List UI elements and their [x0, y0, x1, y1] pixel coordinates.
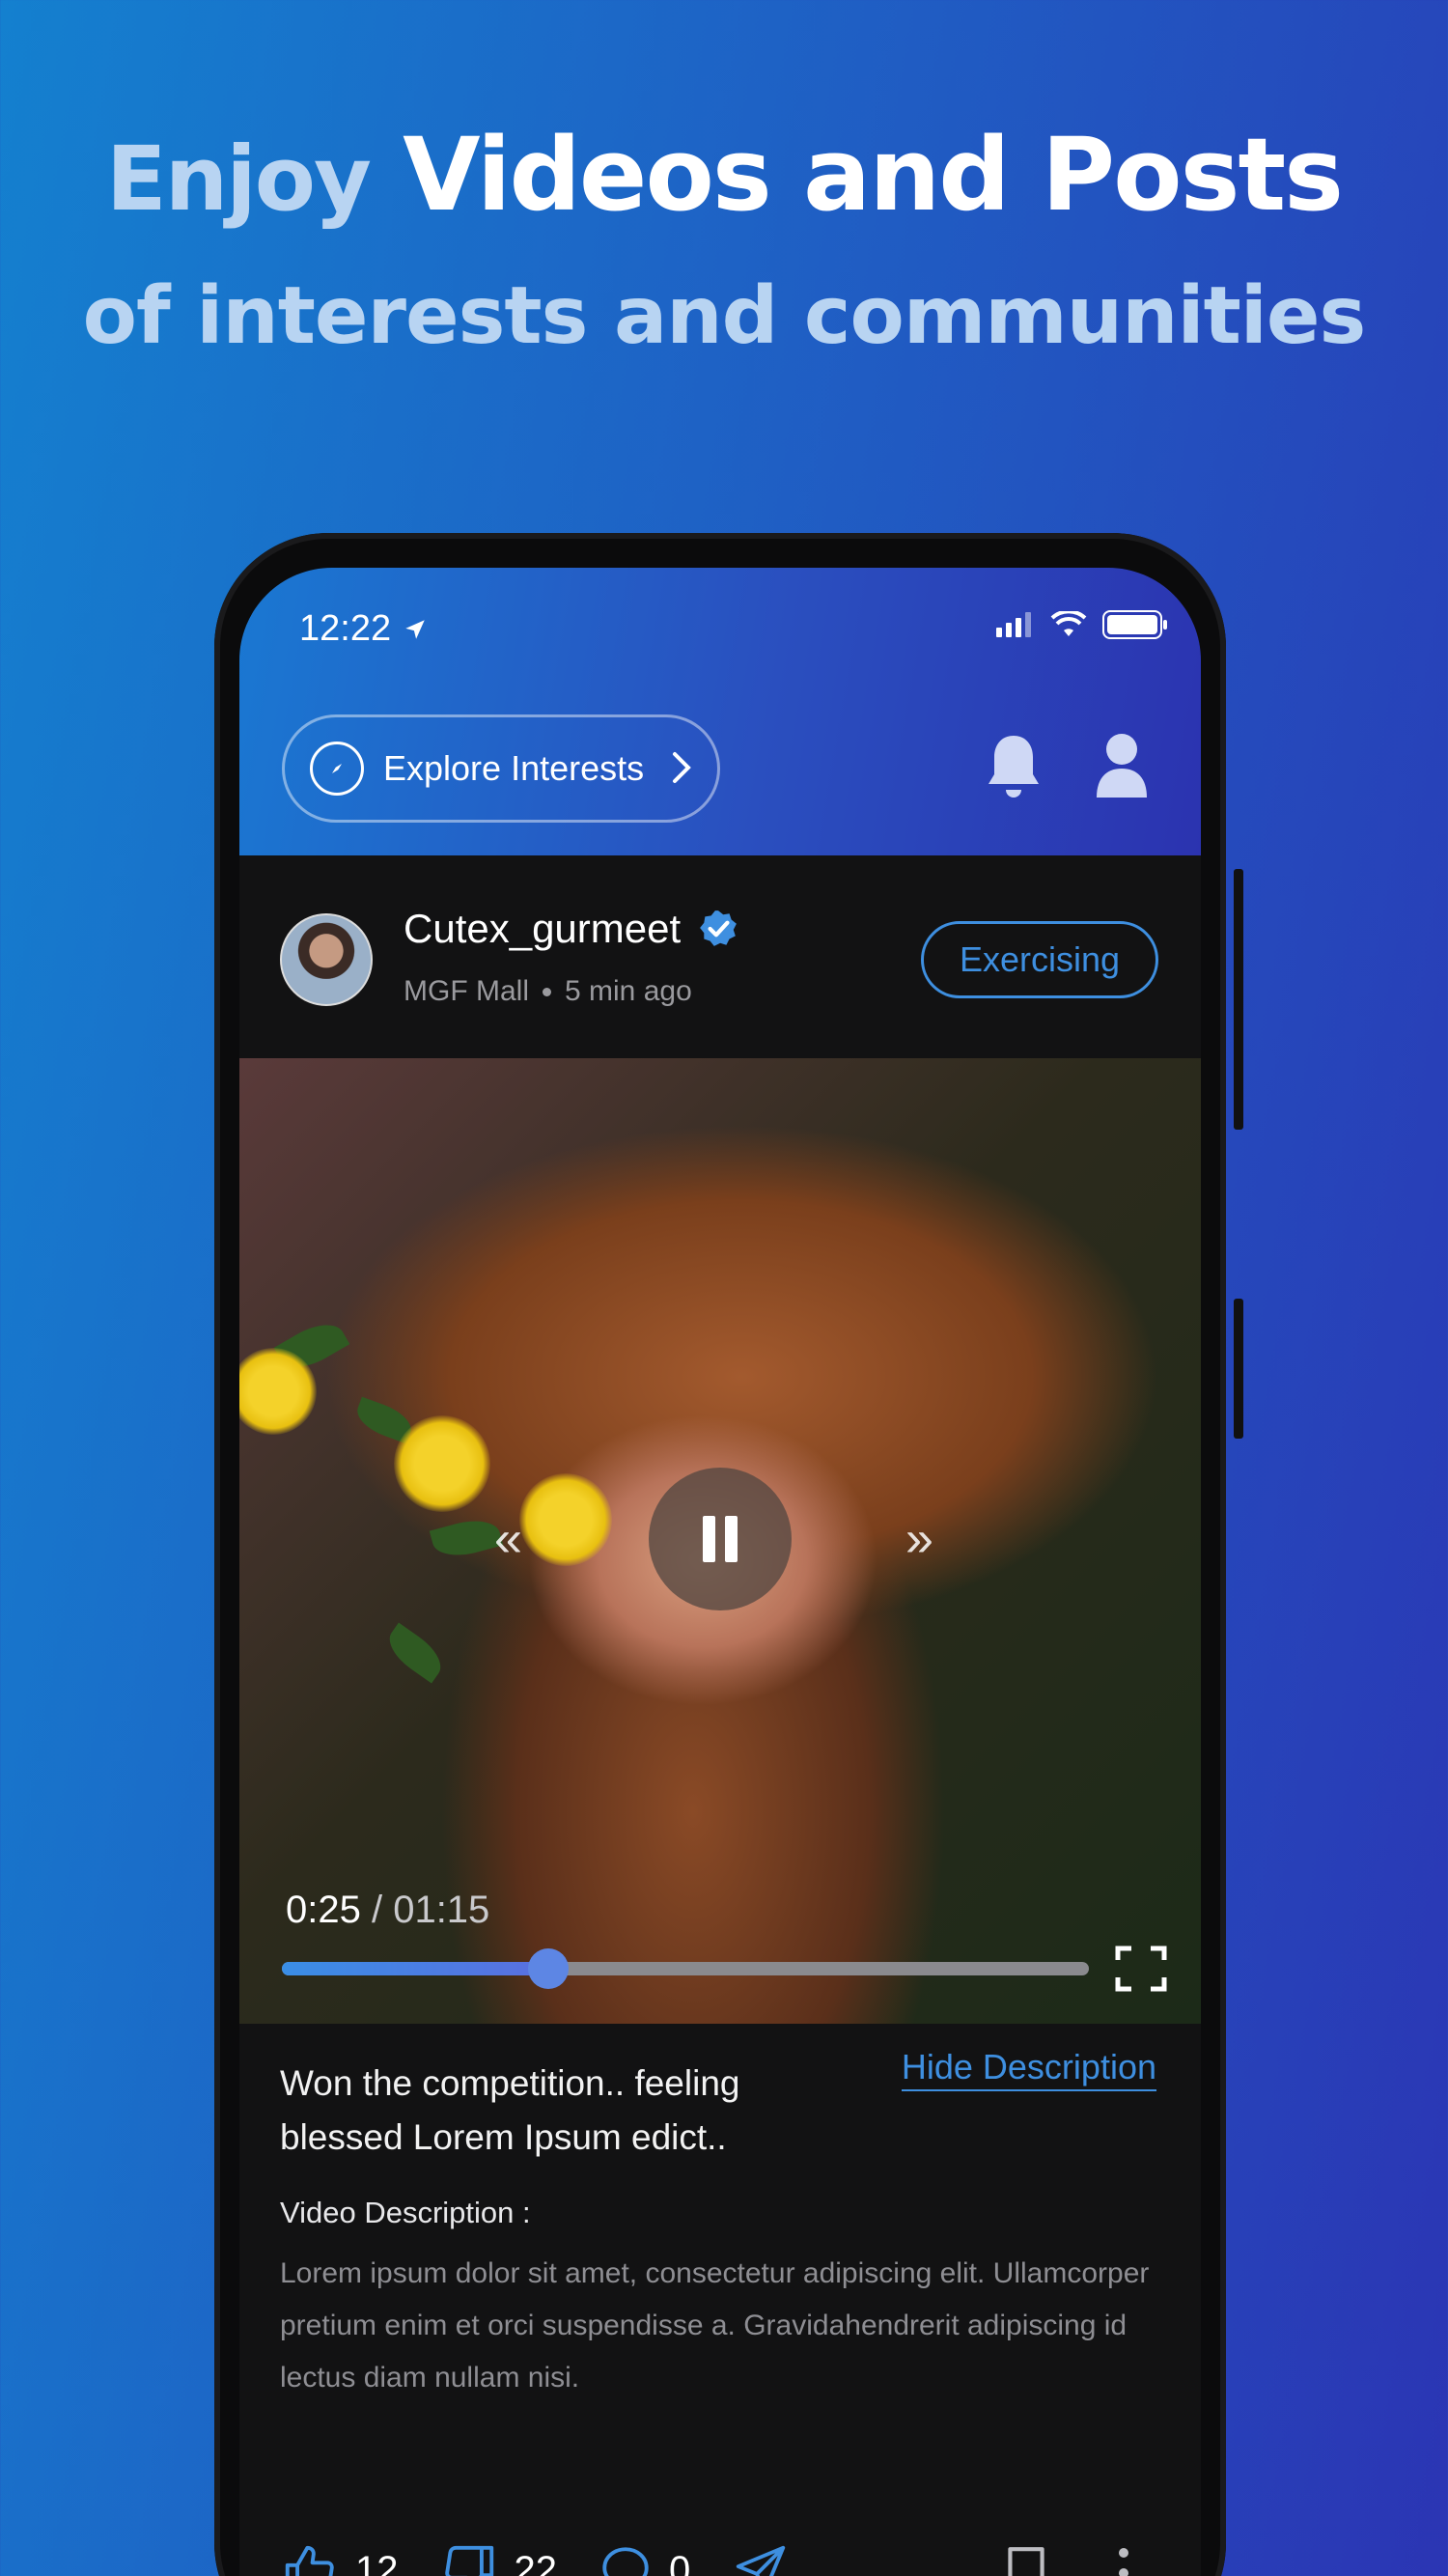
video-progress-fill: [282, 1962, 548, 1975]
share-button[interactable]: [731, 2540, 791, 2576]
promo-headline: Enjoy Videos and Posts of interests and …: [0, 116, 1448, 362]
comment-icon: [602, 2547, 649, 2576]
chevron-right-icon: [673, 752, 691, 783]
fast-forward-icon[interactable]: »: [905, 1510, 933, 1568]
video-frame-detail: [394, 1415, 490, 1512]
send-icon: [737, 2545, 786, 2576]
hide-description-link[interactable]: Hide Description: [901, 2047, 1156, 2091]
video-frame-detail: [429, 1513, 504, 1563]
wifi-icon: [1050, 611, 1087, 636]
video-frame-detail: [380, 1622, 450, 1684]
headline-line-1: Enjoy Videos and Posts: [0, 116, 1448, 234]
video-description-title: Video Description :: [280, 2196, 531, 2229]
post-meta: MGF Mall 5 min ago: [404, 975, 692, 1008]
video-current-time: 0:25: [286, 1889, 361, 1931]
thumbs-up-icon: [285, 2545, 334, 2576]
phone-side-button: [1234, 1299, 1243, 1439]
more-options-icon[interactable]: [1114, 2545, 1133, 2576]
time-separator: /: [360, 1889, 394, 1931]
bookmark-icon[interactable]: [1002, 2545, 1050, 2576]
interest-tag-button[interactable]: Exercising: [921, 921, 1158, 998]
app-header: 12:22 Explore Interests: [239, 568, 1201, 855]
post-author[interactable]: Cutex_gurmeet: [404, 906, 738, 952]
meta-separator-dot: [543, 987, 551, 996]
video-description-body: Lorem ipsum dolor sit amet, consectetur …: [280, 2257, 1150, 2394]
post-time-ago: 5 min ago: [565, 975, 692, 1007]
dislike-count: 22: [514, 2548, 558, 2576]
phone-side-button: [1234, 869, 1243, 1130]
battery-icon: [1102, 610, 1167, 639]
compass-icon: [310, 742, 364, 796]
post-caption: Won the competition.. feeling blessed Lo…: [280, 2063, 740, 2157]
video-frame-detail: [239, 1348, 317, 1435]
profile-icon[interactable]: [1093, 730, 1151, 799]
fullscreen-icon[interactable]: [1114, 1945, 1168, 1993]
status-bar-time: 12:22: [299, 608, 428, 650]
pause-button[interactable]: [649, 1468, 792, 1610]
video-progress-knob[interactable]: [527, 1948, 569, 1989]
like-count: 12: [355, 2548, 399, 2576]
video-player[interactable]: « » 0:25 / 01:15: [239, 1058, 1201, 2024]
headline-bold-text: Videos and Posts: [403, 116, 1344, 234]
thumbs-down-icon: [444, 2545, 493, 2576]
verified-badge-icon: [700, 910, 738, 946]
comment-count: 0: [669, 2548, 691, 2576]
video-progress-bar[interactable]: [282, 1948, 1089, 1989]
comment-button[interactable]: 0: [598, 2542, 690, 2576]
username: Cutex_gurmeet: [404, 906, 682, 951]
user-avatar[interactable]: [280, 913, 373, 1006]
headline-light-text: Enjoy: [105, 127, 372, 231]
post-header: Cutex_gurmeet MGF Mall 5 min ago Exercis…: [239, 855, 1201, 1058]
post-location: MGF Mall: [404, 975, 529, 1007]
post-actions: 12 22 0: [239, 2526, 1201, 2576]
like-button[interactable]: 12: [280, 2540, 399, 2576]
video-timecode: 0:25 / 01:15: [286, 1889, 489, 1932]
explore-interests-button[interactable]: Explore Interests: [282, 714, 720, 823]
promo-subheadline: of interests and communities: [82, 270, 1367, 362]
video-duration: 01:15: [393, 1889, 490, 1931]
status-time-text: 12:22: [299, 608, 392, 649]
signal-icon: [996, 612, 1031, 637]
explore-interests-label: Explore Interests: [383, 748, 645, 788]
status-bar-icons: [996, 610, 1168, 639]
video-frame-detail: [519, 1473, 612, 1566]
notification-bell-icon[interactable]: [985, 732, 1043, 801]
location-arrow-icon: [405, 619, 425, 639]
rewind-icon[interactable]: «: [494, 1510, 522, 1568]
post-description: Won the competition.. feeling blessed Lo…: [239, 2024, 1201, 2526]
phone-screen: 12:22 Explore Interests Cutex_gurmeet MG…: [239, 568, 1201, 2576]
pause-icon: [703, 1516, 738, 1562]
dislike-button[interactable]: 22: [439, 2540, 558, 2576]
